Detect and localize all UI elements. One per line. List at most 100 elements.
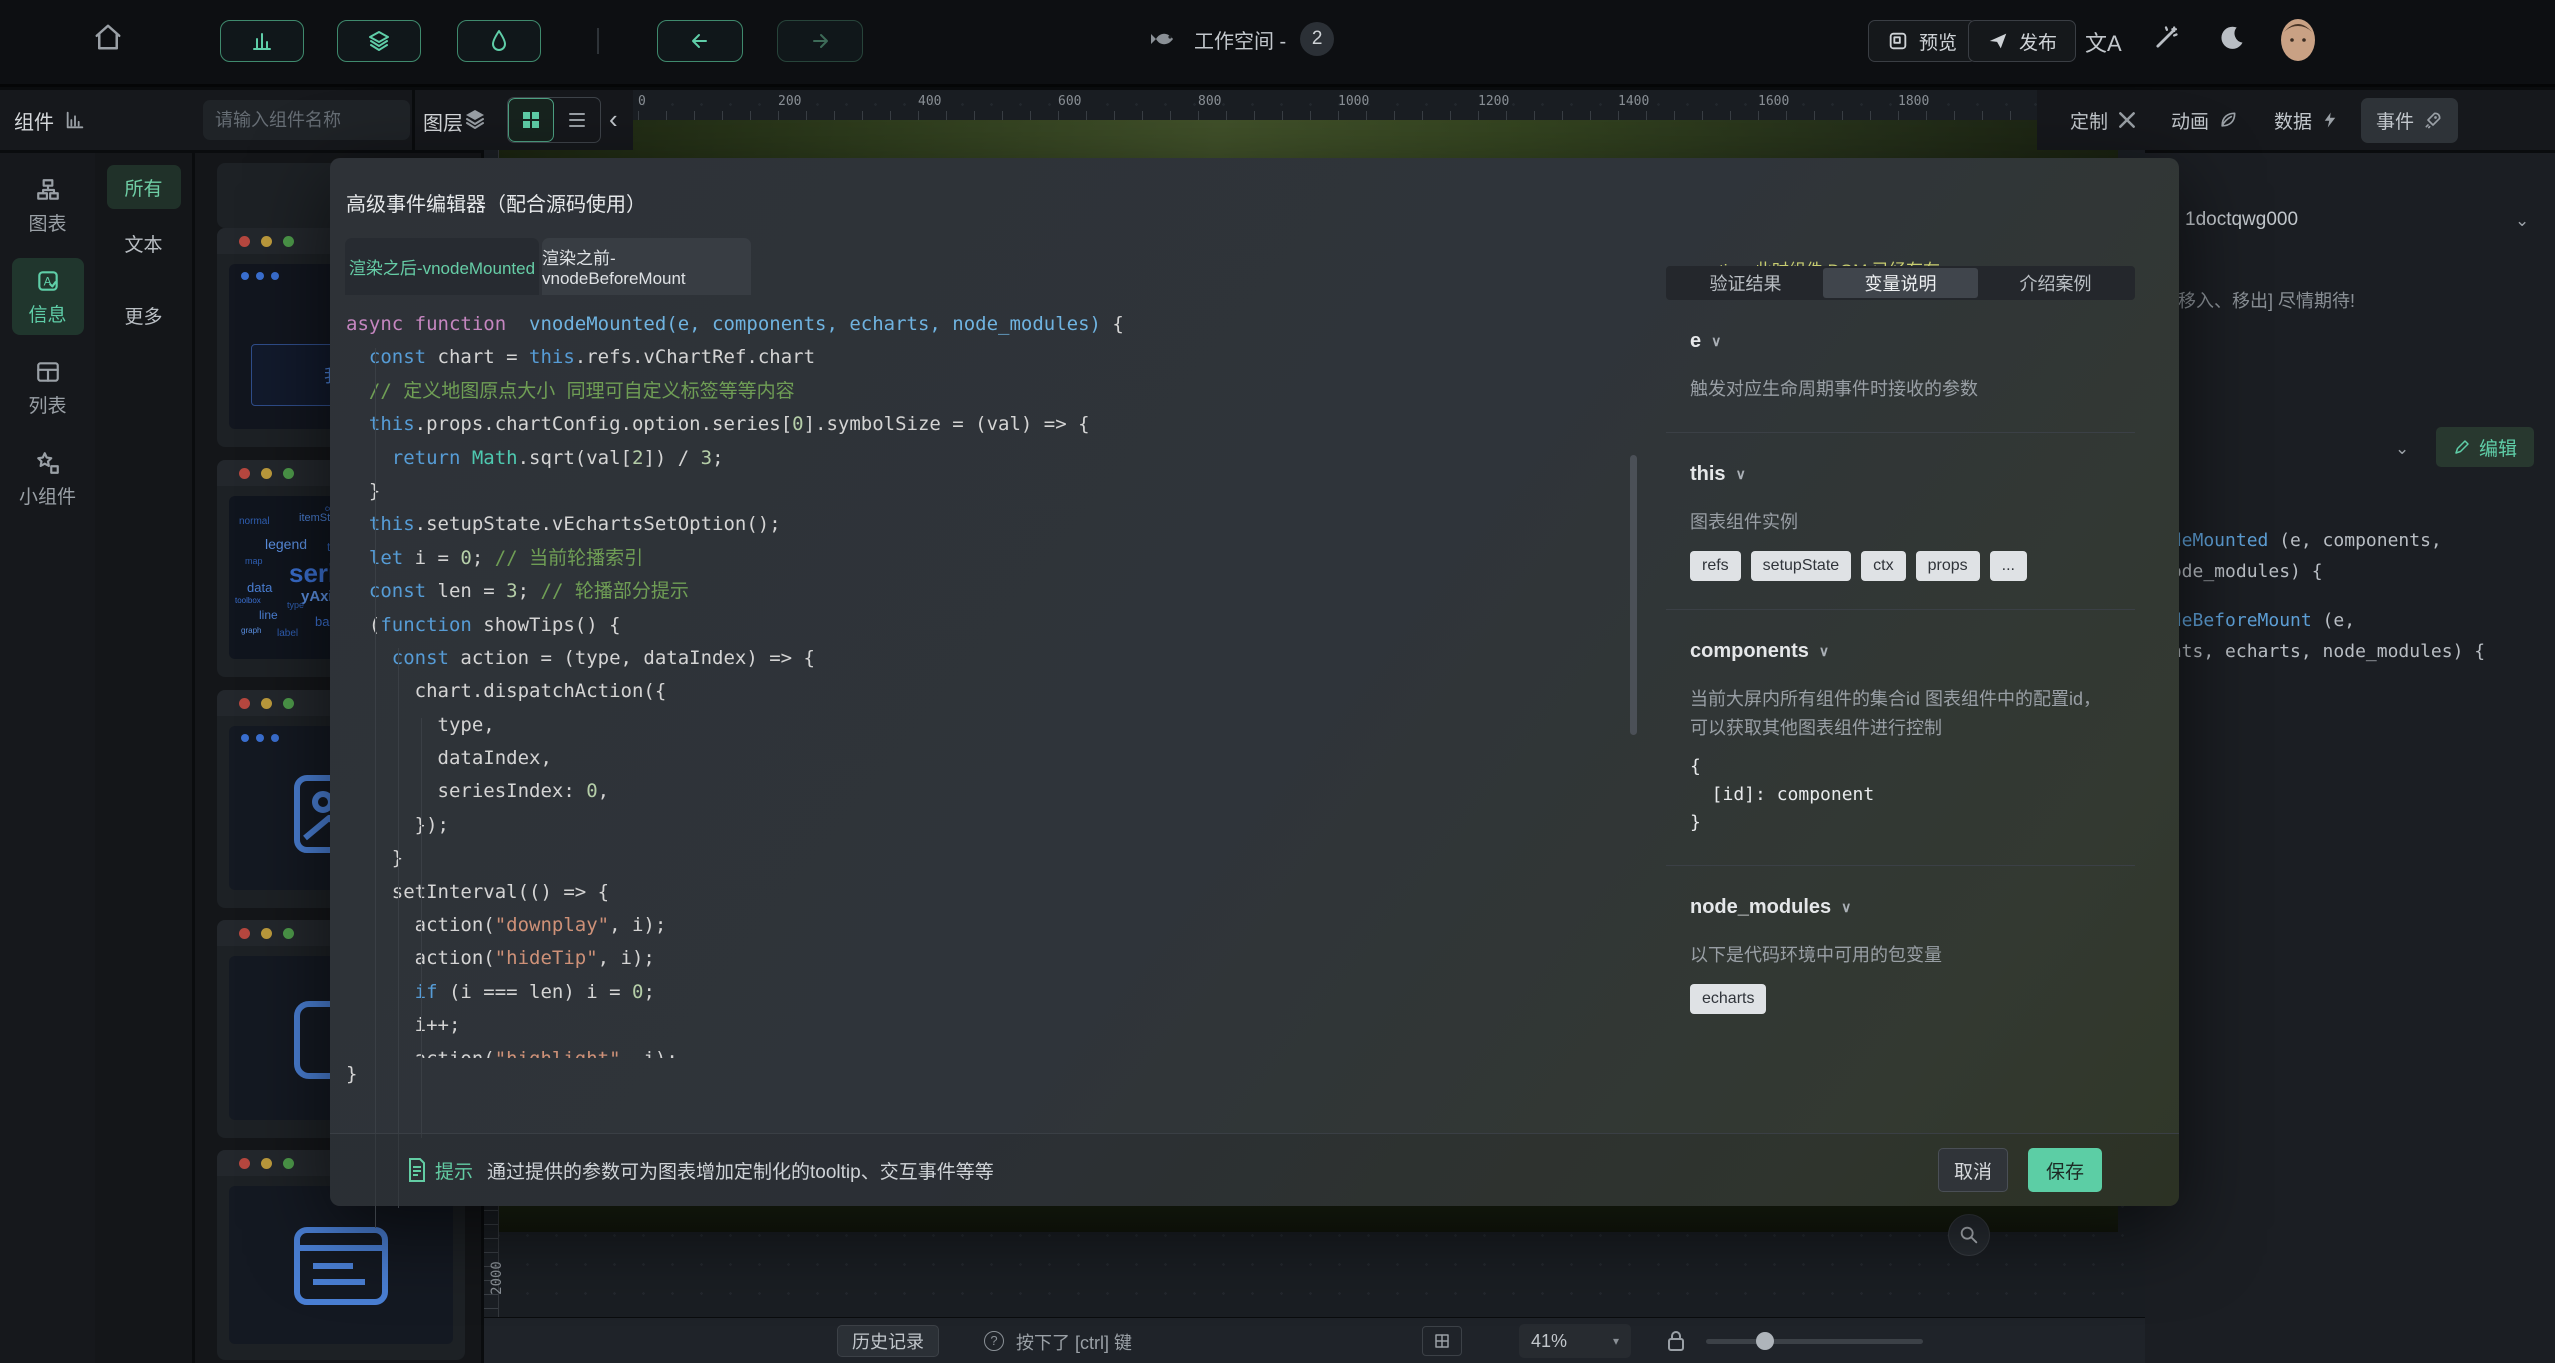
event-settings-panel: 1doctqwg000 ⌄ 、移入、移出] 尽情期待! ⌄ 编辑 odeMoun… xyxy=(2145,153,2555,1363)
tab-vnode-mounted[interactable]: 渲染之后-vnodeMounted xyxy=(345,238,539,295)
canvas-magnifier-button[interactable] xyxy=(1948,1214,1990,1256)
variable-chip[interactable]: props xyxy=(1916,551,1980,581)
ruler-ticks xyxy=(610,111,2025,120)
list-view-toggle[interactable] xyxy=(554,98,600,142)
code-line: this.props.chartConfig.option.series[0].… xyxy=(346,408,1640,441)
event-snippet-line: odeBeforeMount (e, xyxy=(2160,605,2550,636)
preview-button[interactable]: 预览 xyxy=(1868,20,1976,62)
category-widgets[interactable]: 小组件 xyxy=(12,440,84,517)
tab-vnode-before-mount[interactable]: 渲染之前-vnodeBeforeMount xyxy=(542,238,751,295)
hint-icon: ? xyxy=(984,1331,1004,1351)
var-section-components: components∨ 当前大屏内所有组件的集合id 图表组件中的配置id，可以… xyxy=(1666,610,2135,866)
cancel-button[interactable]: 取消 xyxy=(1938,1148,2008,1192)
tab-data[interactable]: 数据 xyxy=(2274,107,2339,134)
var-section-e: e ∨ 触发对应生命周期事件时接收的参数 xyxy=(1666,300,2135,433)
pencil-icon xyxy=(2453,438,2471,456)
wordcloud-word: normal xyxy=(239,516,270,527)
magic-wand-icon[interactable] xyxy=(2152,24,2180,52)
tab-validation-result[interactable]: 验证结果 xyxy=(1668,268,1823,298)
ruler-number: 1000 xyxy=(1338,94,1369,109)
chevron-down-icon[interactable]: ⌄ xyxy=(2395,439,2409,459)
info-badge-icon: A xyxy=(35,268,61,294)
components-panel-title: 组件 xyxy=(14,106,54,135)
layers-tool-button[interactable] xyxy=(337,20,421,62)
code-line: let i = 0; // 当前轮播索引 xyxy=(346,542,1640,575)
tab-animation[interactable]: 动画 xyxy=(2171,107,2238,134)
edit-event-button[interactable]: 编辑 xyxy=(2436,427,2534,467)
collapse-panel-chevron[interactable]: ‹ xyxy=(609,104,618,134)
code-line: action("hideTip", i); xyxy=(346,942,1640,975)
variable-chip[interactable]: ctx xyxy=(1861,551,1905,581)
zoom-slider-handle[interactable] xyxy=(1756,1332,1774,1350)
category-label: 图表 xyxy=(28,209,66,236)
var-desc: 触发对应生命周期事件时接收的参数 xyxy=(1690,375,2111,404)
code-line: const len = 3; // 轮播部分提示 xyxy=(346,575,1640,608)
ruler-number: 1400 xyxy=(1618,94,1649,109)
variable-chip[interactable]: refs xyxy=(1690,551,1741,581)
filter-more[interactable]: 更多 xyxy=(107,293,181,337)
filter-all[interactable]: 所有 xyxy=(107,165,181,209)
language-icon[interactable]: 文A xyxy=(2085,26,2122,58)
undo-button[interactable] xyxy=(657,20,743,62)
grid-view-toggle[interactable] xyxy=(508,98,554,142)
code-line: } xyxy=(346,842,1640,875)
workspace-count-badge: 2 xyxy=(1300,22,1334,56)
publish-button[interactable]: 发布 xyxy=(1968,20,2076,62)
var-name: e xyxy=(1690,330,1701,353)
layers-icon[interactable] xyxy=(463,107,487,131)
filter-text[interactable]: 文本 xyxy=(107,221,181,265)
zoom-slider[interactable] xyxy=(1706,1339,1923,1344)
rocket-icon xyxy=(2423,110,2443,130)
var-chips: echarts xyxy=(1690,984,2111,1014)
pen-nib-tool-button[interactable] xyxy=(457,20,541,62)
tab-animation-label: 动画 xyxy=(2171,107,2209,134)
events-teaser-text: 、移入、移出] 尽情期待! xyxy=(2160,287,2550,313)
code-line: if (i === len) i = 0; xyxy=(346,976,1640,1009)
category-list[interactable]: 列表 xyxy=(12,349,84,426)
variable-chip[interactable]: ... xyxy=(1990,551,2027,581)
home-icon[interactable] xyxy=(93,22,123,52)
category-label: 列表 xyxy=(28,391,66,418)
code-line: setInterval(() => { xyxy=(346,876,1640,909)
dark-mode-moon-icon[interactable] xyxy=(2218,24,2246,52)
tab-events-label: 事件 xyxy=(2376,107,2414,134)
tab-events[interactable]: 事件 xyxy=(2361,98,2458,143)
redo-button[interactable] xyxy=(777,20,863,62)
editor-scrollbar[interactable] xyxy=(1630,455,1637,735)
advanced-event-editor-modal: 高级事件编辑器（配合源码使用） 渲染之后-vnodeMounted 渲染之前-v… xyxy=(330,158,2179,1206)
chevron-down-icon[interactable]: ∨ xyxy=(1736,466,1746,483)
code-line: // 定义地图原点大小 同理可自定义标签等等内容 xyxy=(346,375,1640,408)
chevron-down-icon[interactable]: ∨ xyxy=(1819,643,1829,660)
ruler-number: 1800 xyxy=(1898,94,1929,109)
code-line: this.setupState.vEchartsSetOption(); xyxy=(346,508,1640,541)
save-button[interactable]: 保存 xyxy=(2028,1148,2102,1192)
chevron-down-icon[interactable]: ∨ xyxy=(1711,333,1721,350)
modal-side-panel: 验证结果 变量说明 介绍案例 e∨ 触发对应生命周期事件时接收的参数 this∨… xyxy=(1666,266,2135,1042)
code-editor[interactable]: async function vnodeMounted(e, component… xyxy=(346,308,1640,1246)
vertical-ruler-label: 2000 xyxy=(489,1261,505,1295)
ctrl-hint-text: 按下了 [ctrl] 键 xyxy=(1016,1329,1132,1355)
lock-icon[interactable] xyxy=(1664,1328,1688,1354)
chart-tool-button[interactable] xyxy=(220,20,304,62)
zoom-level-select[interactable]: 41% ▾ xyxy=(1519,1324,1631,1358)
widgets-star-icon xyxy=(35,450,61,476)
grid-view-icon-button[interactable] xyxy=(1422,1326,1462,1356)
category-charts[interactable]: 图表 xyxy=(12,167,84,244)
component-search[interactable] xyxy=(203,100,410,140)
code-line: const action = (type, dataIndex) => { xyxy=(346,642,1640,675)
tab-customize[interactable]: 定制 xyxy=(2070,107,2137,134)
history-button[interactable]: 历史记录 xyxy=(837,1325,939,1357)
code-line: (function showTips() { xyxy=(346,609,1640,642)
chevron-down-icon[interactable]: ∨ xyxy=(1841,899,1851,916)
org-chart-icon xyxy=(35,177,61,203)
code-line: chart.dispatchAction({ xyxy=(346,675,1640,708)
variable-chip[interactable]: echarts xyxy=(1690,984,1766,1014)
ruler-number: 0 xyxy=(638,94,646,109)
avatar[interactable] xyxy=(2278,18,2318,62)
tab-variable-docs[interactable]: 变量说明 xyxy=(1823,268,1978,298)
chevron-down-icon[interactable]: ⌄ xyxy=(2515,211,2529,231)
category-info[interactable]: A 信息 xyxy=(12,258,84,335)
tab-intro-examples[interactable]: 介绍案例 xyxy=(1978,268,2133,298)
workspace-label: 工作空间 - xyxy=(1194,25,1286,54)
variable-chip[interactable]: setupState xyxy=(1751,551,1852,581)
